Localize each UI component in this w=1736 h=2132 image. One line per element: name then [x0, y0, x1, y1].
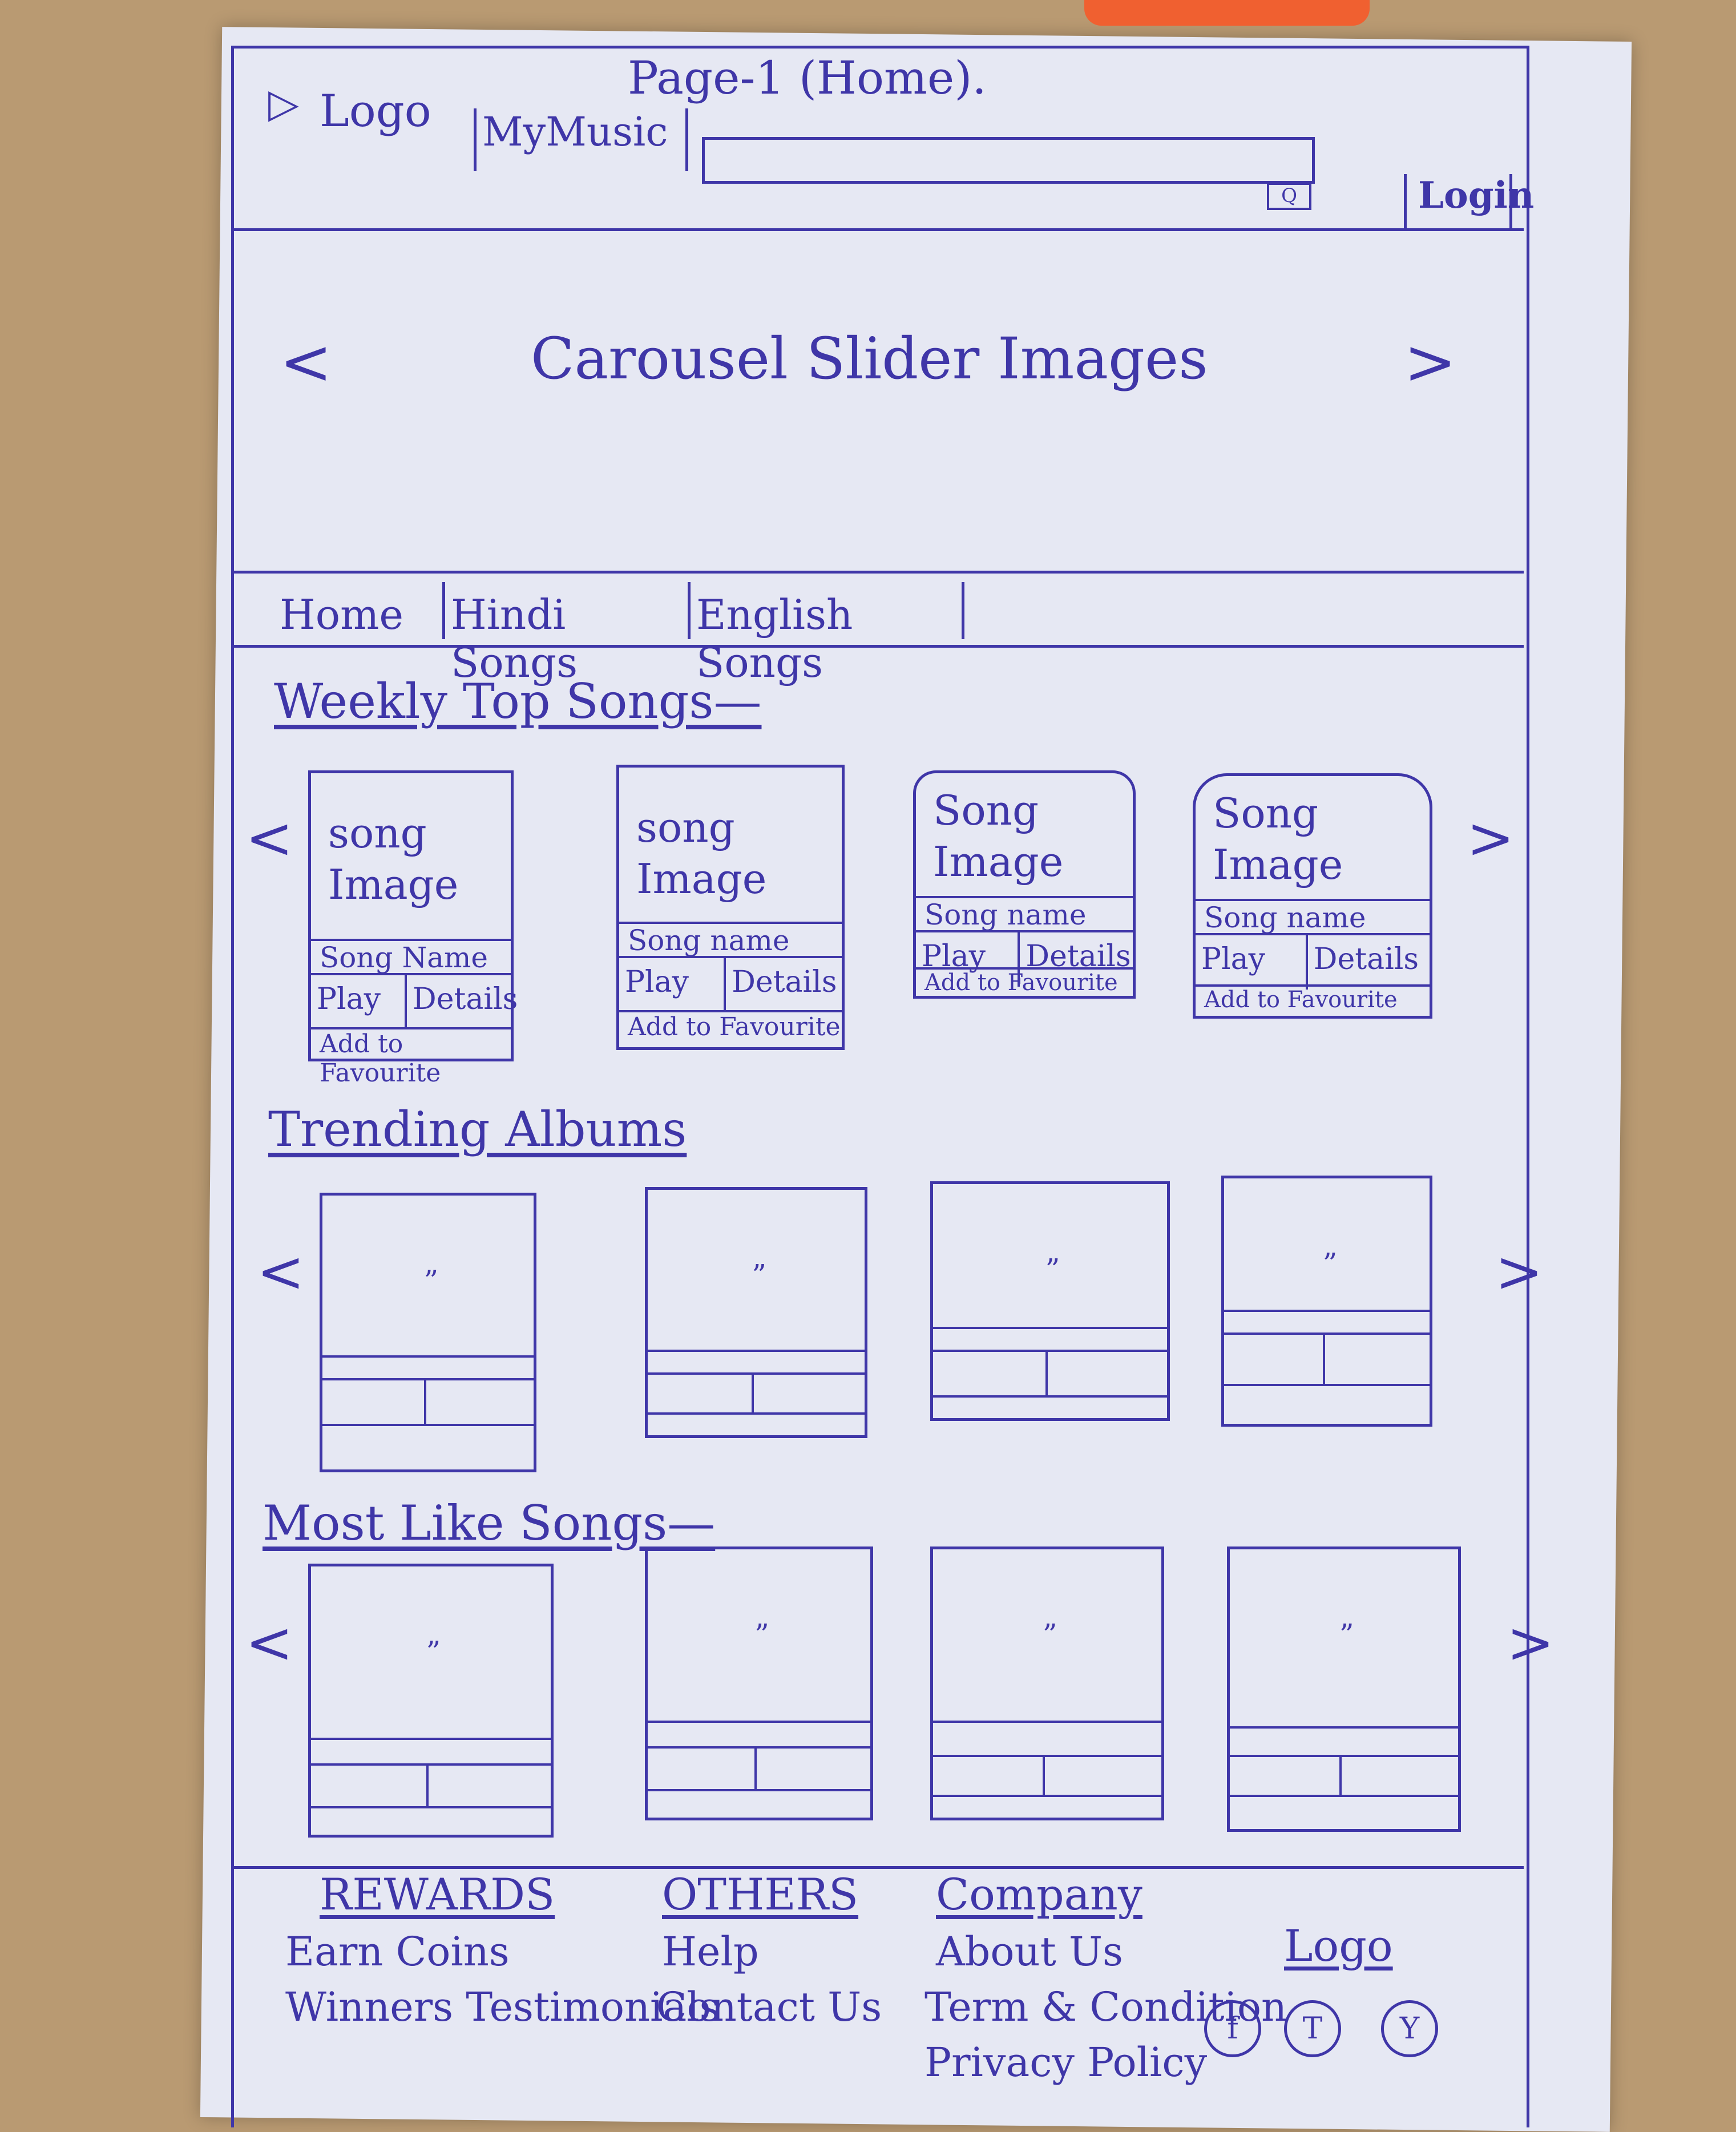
- song-image: song Image: [636, 803, 767, 903]
- liked-song-card[interactable]: ”: [1227, 1546, 1461, 1832]
- song-placeholder: ”: [1043, 1618, 1057, 1651]
- album-card[interactable]: ”: [930, 1181, 1170, 1421]
- about-us-link[interactable]: About Us: [936, 1928, 1287, 1975]
- help-link[interactable]: Help: [662, 1928, 882, 1975]
- song-name: Song name: [916, 896, 1133, 931]
- add-to-favourite-button[interactable]: Add to Favourite: [619, 1010, 842, 1044]
- trending-next-arrow[interactable]: >: [1495, 1238, 1543, 1305]
- footer-rewards: REWARDS Earn Coins Winners Testimonials: [285, 1869, 720, 2030]
- song-actions: Play Details: [311, 973, 518, 1029]
- marker-cap: [1084, 0, 1370, 26]
- footer-brand: Logo: [1238, 1920, 1393, 1971]
- most-liked-songs-title: Most Like Songs—: [263, 1495, 716, 1551]
- song-actions: Play Details: [1196, 933, 1430, 990]
- footer-logo[interactable]: Logo: [1284, 1920, 1393, 1971]
- contact-us-link[interactable]: Contact Us: [656, 1984, 882, 2030]
- footer-company-title: Company: [936, 1869, 1142, 1920]
- album-card[interactable]: ”: [320, 1193, 536, 1472]
- carousel-slider: < Carousel Slider Images >: [234, 228, 1524, 574]
- footer: REWARDS Earn Coins Winners Testimonials …: [234, 1866, 1524, 2127]
- footer-others-title: OTHERS: [662, 1869, 859, 1920]
- mostliked-prev-arrow[interactable]: <: [245, 1609, 293, 1676]
- album-placeholder: ”: [1045, 1253, 1060, 1286]
- play-button[interactable]: Play: [311, 975, 407, 1029]
- song-name: Song name: [1196, 899, 1430, 934]
- weekly-next-arrow[interactable]: >: [1467, 805, 1515, 871]
- earn-coins-link[interactable]: Earn Coins: [285, 1928, 720, 1975]
- youtube-icon[interactable]: Y: [1381, 2000, 1438, 2057]
- album-placeholder: ”: [423, 1264, 439, 1297]
- play-button[interactable]: Play: [1196, 935, 1308, 990]
- carousel-prev-arrow[interactable]: <: [280, 325, 332, 398]
- weekly-prev-arrow[interactable]: <: [245, 805, 293, 871]
- brand-name[interactable]: MyMusic: [474, 108, 688, 171]
- song-image: song Image: [328, 809, 459, 908]
- twitter-icon[interactable]: T: [1284, 2000, 1341, 2057]
- song-name: Song name: [619, 922, 842, 957]
- details-button[interactable]: Details: [726, 958, 842, 1012]
- album-card[interactable]: ”: [1221, 1176, 1432, 1427]
- song-actions: Play Details: [619, 956, 842, 1012]
- tab-home[interactable]: Home: [274, 582, 445, 639]
- song-card[interactable]: Song Image Song name Play Details Add to…: [913, 770, 1136, 999]
- footer-others: OTHERS Help Contact Us: [656, 1869, 882, 2030]
- play-button[interactable]: Play: [619, 958, 726, 1012]
- song-image: Song Image: [933, 786, 1064, 886]
- login-button[interactable]: Login: [1404, 174, 1534, 231]
- category-nav: Home Hindi Songs English Songs: [234, 571, 1524, 687]
- details-button[interactable]: Details: [1308, 935, 1430, 990]
- search-input[interactable]: [702, 137, 1315, 184]
- trending-albums-title: Trending Albums: [268, 1101, 687, 1157]
- album-placeholder: ”: [752, 1258, 766, 1291]
- details-button[interactable]: Details: [407, 975, 518, 1029]
- add-to-favourite-button[interactable]: Add to Favourite: [916, 967, 1133, 999]
- liked-song-card[interactable]: ”: [308, 1564, 554, 1838]
- weekly-top-songs-title: Weekly Top Songs—: [274, 673, 762, 729]
- song-placeholder: ”: [426, 1635, 441, 1668]
- tab-hindi-songs[interactable]: Hindi Songs: [445, 582, 691, 687]
- song-image: Song Image: [1213, 789, 1343, 889]
- song-card[interactable]: song Image Song Name Play Details Add to…: [308, 770, 518, 1088]
- winners-testimonials-link[interactable]: Winners Testimonials: [285, 1984, 720, 2030]
- trending-prev-arrow[interactable]: <: [257, 1238, 305, 1305]
- song-card[interactable]: song Image Song name Play Details Add to…: [616, 765, 845, 1050]
- facebook-icon[interactable]: f: [1204, 2000, 1261, 2057]
- album-card[interactable]: ”: [645, 1187, 867, 1438]
- song-placeholder: ”: [754, 1618, 769, 1651]
- carousel-title: Carousel Slider Images: [531, 325, 1208, 392]
- song-placeholder: ”: [1339, 1618, 1354, 1651]
- header: ▷ Logo MyMusic Q Login: [234, 80, 1534, 231]
- mostliked-next-arrow[interactable]: >: [1507, 1609, 1555, 1676]
- song-name: Song Name: [311, 939, 511, 974]
- liked-song-card[interactable]: ”: [645, 1546, 873, 1820]
- search-button[interactable]: Q: [1267, 183, 1311, 210]
- add-to-favourite-button[interactable]: Add to Favourite: [311, 1027, 511, 1088]
- tab-english-songs[interactable]: English Songs: [691, 582, 964, 687]
- album-placeholder: ”: [1322, 1247, 1338, 1280]
- add-to-favourite-button[interactable]: Add to Favourite: [1196, 984, 1430, 1016]
- play-icon: ▷: [268, 80, 299, 127]
- liked-song-card[interactable]: ”: [930, 1546, 1164, 1820]
- carousel-next-arrow[interactable]: >: [1404, 325, 1456, 398]
- song-card[interactable]: Song Image Song name Play Details Add to…: [1193, 773, 1432, 1019]
- logo[interactable]: Logo: [320, 86, 431, 137]
